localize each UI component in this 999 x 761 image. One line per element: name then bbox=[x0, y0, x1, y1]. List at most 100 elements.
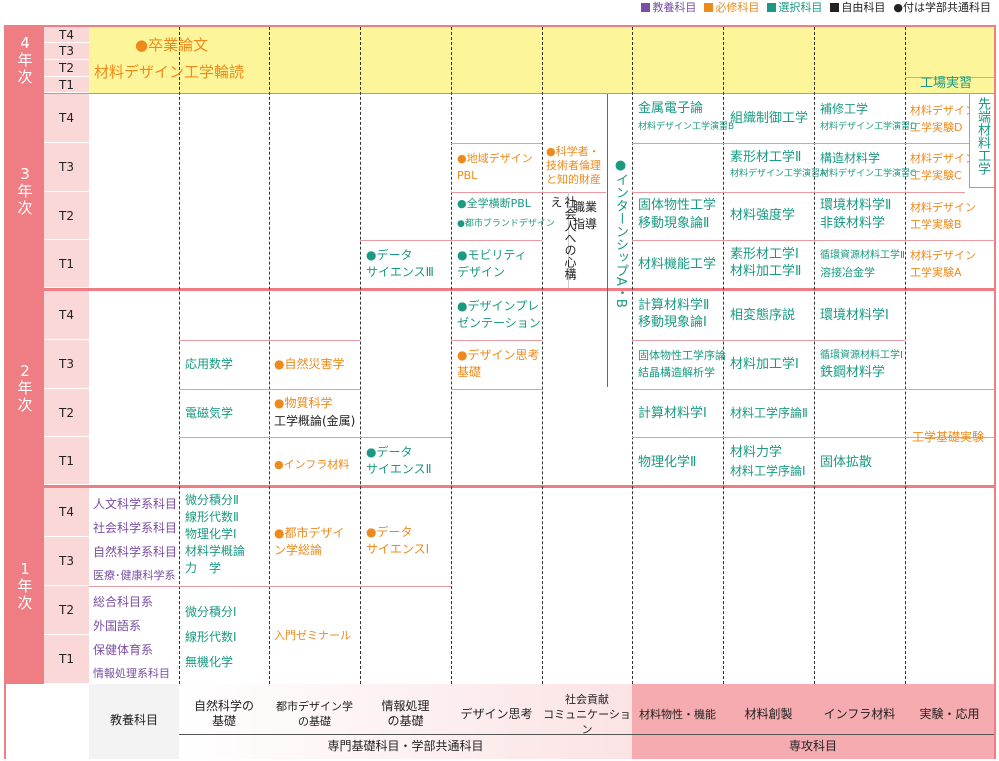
natsci-y1-upper: 微分積分Ⅱ 線形代数Ⅱ 物理化学Ⅰ 材料学概論力 学 bbox=[185, 493, 246, 575]
footer-general: 教養科目 bbox=[109, 712, 158, 727]
material-strength: 材料強度学 bbox=[730, 208, 796, 223]
footer-natsci: 自然科学の 基礎 bbox=[193, 699, 254, 728]
structural-materials: 構造材料学 bbox=[820, 151, 881, 165]
footer-urban: 都市デザイン学 の基礎 bbox=[276, 700, 353, 728]
cell-line bbox=[451, 240, 542, 241]
internship-ab: ●インターンシップA・B bbox=[613, 158, 628, 308]
design-presentation: ●デザインプレ ゼンテーション bbox=[457, 299, 541, 330]
term-y4-t1: T1 bbox=[44, 77, 89, 93]
legend-general: 教養科目 bbox=[641, 1, 696, 15]
footer-social: 社会貢献 コミュニケーション bbox=[543, 692, 631, 736]
term-y1-t3: T3 bbox=[44, 537, 89, 586]
year-divider-2-1 bbox=[6, 485, 994, 488]
general-y1-lower: 総合科目系 外国語系 保健体育系 情報処理系科目 bbox=[93, 595, 170, 680]
year-divider-3-2 bbox=[6, 288, 994, 291]
cell-line bbox=[179, 340, 360, 341]
term-y4-t3: T3 bbox=[44, 43, 89, 60]
cross-pbl: ●全学横断PBL bbox=[457, 197, 531, 210]
raw-materials-1: 素形材工学Ⅰ bbox=[730, 247, 799, 262]
term-y1-t2: T2 bbox=[44, 586, 89, 635]
legend-elective-swatch-icon bbox=[767, 3, 777, 12]
eng-intro-metal: 工学概論(金属) bbox=[274, 414, 356, 428]
material-processing-1: 材料加工学Ⅰ bbox=[730, 357, 799, 372]
footer-design: デザイン思考 bbox=[460, 706, 533, 721]
reading-course: 材料デザイン工学輪読 bbox=[94, 63, 245, 81]
legend-general-swatch-icon bbox=[641, 3, 651, 12]
term-y1-t1: T1 bbox=[44, 635, 89, 684]
year2-label: 2年次 bbox=[6, 291, 44, 485]
cell-line bbox=[451, 192, 542, 193]
cell-line bbox=[451, 389, 542, 390]
term-y1-t4: T4 bbox=[44, 488, 89, 537]
mechanics-of-materials: 材料力学 bbox=[730, 445, 783, 460]
term-y2-t4: T4 bbox=[44, 291, 89, 340]
ethics-ip: ●科学者・ 技術者倫理 と知的財産 bbox=[546, 145, 601, 186]
term-y2-t2: T2 bbox=[44, 389, 89, 437]
physical-chemistry-2: 物理化学Ⅱ bbox=[638, 455, 697, 470]
term-y4-t4: T4 bbox=[44, 27, 89, 43]
materials-eng-intro-1: 材料工学序論Ⅰ bbox=[730, 464, 806, 478]
footer-lab: 実験・応用 bbox=[919, 706, 980, 721]
welding-metallurgy: 溶接冶金学 bbox=[820, 266, 875, 279]
transport-phenomena-2: 移動現象論Ⅱ bbox=[638, 216, 710, 231]
raw-materials-2: 素形材工学Ⅱ bbox=[730, 150, 802, 165]
cell-line bbox=[360, 240, 451, 241]
microstructure-control: 組織制御工学 bbox=[730, 111, 809, 126]
mde-exercise-b: 材料デザイン工学演習B bbox=[638, 122, 735, 132]
data-science-3: ●データ サイエンスⅢ bbox=[366, 248, 434, 279]
year-divider-4-3 bbox=[6, 93, 994, 94]
applied-math: 応用数学 bbox=[185, 357, 234, 371]
mde-experiment-d: 材料デザイン 工学実験D bbox=[910, 104, 976, 134]
basic-eng-experiment: 工学基礎実験 bbox=[912, 430, 985, 444]
urban-brand-design: ●都市ブランドデザイン bbox=[457, 219, 555, 229]
legend-required: 必修科目 bbox=[704, 1, 759, 15]
environmental-materials-1: 環境材料学Ⅰ bbox=[820, 308, 889, 323]
data-science-1: ●データ サイエンスⅠ bbox=[366, 525, 430, 556]
legend-free: 自由科目 bbox=[830, 1, 885, 15]
footer-infra: インフラ材料 bbox=[823, 706, 896, 721]
natsci-y1-lower: 微分積分Ⅰ 線形代数Ⅰ 無機化学 bbox=[185, 605, 237, 669]
factory-training: 工場実習 bbox=[920, 76, 973, 91]
crystal-analysis: 結晶構造解析学 bbox=[638, 366, 715, 379]
col-divider bbox=[542, 27, 543, 684]
material-science: ●物質科学 bbox=[274, 396, 333, 410]
term-y3-t4: T4 bbox=[44, 94, 89, 143]
legend: 教養科目 必修科目 選択科目 自由科目 ●付は学部共通科目 bbox=[641, 1, 991, 15]
cell-line bbox=[905, 389, 995, 390]
legend-common-note: ●付は学部共通科目 bbox=[893, 1, 991, 14]
footer-info: 情報処理 の基礎 bbox=[381, 699, 430, 728]
col-divider bbox=[814, 27, 815, 684]
col-divider bbox=[632, 27, 633, 684]
cell-line bbox=[632, 340, 905, 341]
computational-materials-1: 計算材料学Ⅰ bbox=[638, 406, 707, 421]
data-science-2: ●データ サイエンスⅡ bbox=[366, 445, 432, 476]
career-guidance: 職業 指導 bbox=[573, 200, 598, 231]
cell-line bbox=[632, 240, 905, 241]
footer-specialized-basic: 専門基礎科目・学部共通科目 bbox=[327, 738, 484, 753]
term-y2-t3: T3 bbox=[44, 340, 89, 389]
term-y3-t2: T2 bbox=[44, 192, 89, 240]
solid-diffusion: 固体拡散 bbox=[820, 455, 873, 470]
cell-line bbox=[905, 143, 965, 144]
term-y3-t3: T3 bbox=[44, 143, 89, 192]
cell-line bbox=[632, 389, 905, 390]
transport-phenomena-1: 移動現象論Ⅰ bbox=[638, 315, 707, 330]
mde-exercise-c: 材料デザイン工学演習C bbox=[820, 169, 917, 179]
environmental-materials-2: 環境材料学Ⅱ bbox=[820, 198, 892, 213]
year3-label: 3年次 bbox=[6, 94, 44, 288]
regional-design-pbl: ●地域デザイン PBL bbox=[457, 152, 533, 182]
electromagnetism: 電磁気学 bbox=[185, 406, 234, 420]
cell-line bbox=[632, 192, 905, 193]
cell-line bbox=[905, 192, 965, 193]
repair-eng: 補修工学 bbox=[820, 102, 869, 116]
cell-line bbox=[905, 240, 995, 241]
year1-label: 1年次 bbox=[6, 488, 44, 684]
cell-line bbox=[542, 192, 606, 193]
footer-matcreate: 材料創製 bbox=[744, 706, 793, 721]
thesis-course: ●卒業論文 bbox=[135, 36, 209, 54]
steel-materials: 鉄鋼材料学 bbox=[820, 365, 886, 380]
mde-experiment-a: 材料デザイン 工学実験A bbox=[910, 249, 976, 279]
phase-transformation: 相変態序説 bbox=[730, 308, 796, 323]
legend-elective: 選択科目 bbox=[767, 1, 822, 15]
general-y1-upper: 人文科学系科目 社会科学系科目 自然科学系科目 医療･健康科学系 bbox=[93, 497, 178, 582]
